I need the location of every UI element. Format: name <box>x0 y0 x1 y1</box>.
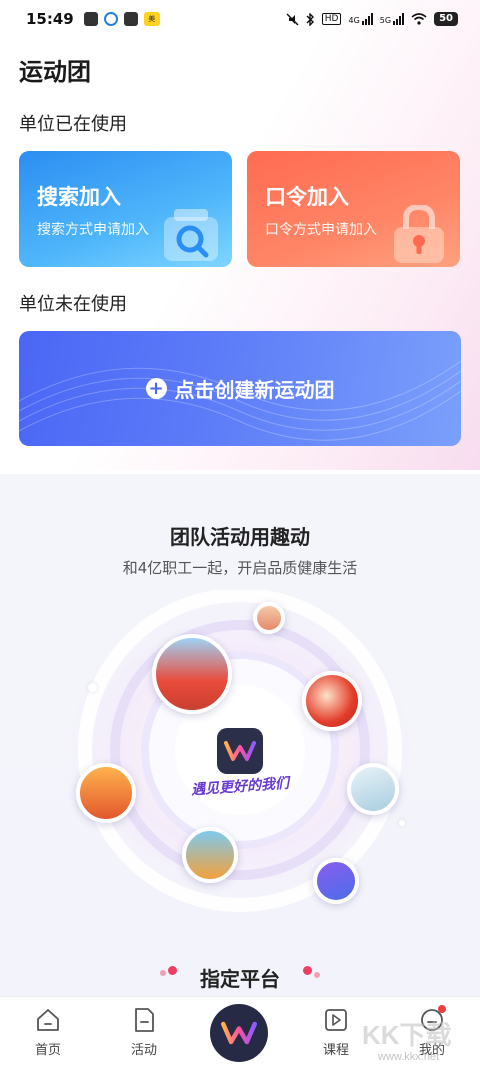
battery-indicator: 50 <box>434 12 458 26</box>
decor-dot <box>88 683 97 692</box>
lock-icon <box>394 205 444 263</box>
signal-5g-label: 5G <box>379 16 392 25</box>
bubble-image-badminton <box>302 671 362 731</box>
decor-dot <box>399 820 405 826</box>
create-team-button[interactable]: + 点击创建新运动团 <box>19 331 461 446</box>
browser-app-icon <box>103 12 118 26</box>
promo-title: 团队活动用趣动 <box>170 525 310 549</box>
tab-activity[interactable]: 活动 <box>114 1007 174 1058</box>
status-bar: 15:49 美 HD 4G 5G 50 <box>0 0 480 38</box>
bubble-image-team <box>76 763 136 823</box>
wifi-icon <box>411 13 427 25</box>
notification-badge <box>438 1005 446 1013</box>
game-app-icon <box>83 12 98 26</box>
mute-icon <box>286 12 299 26</box>
notification-icons: 美 <box>83 12 160 26</box>
tab-center-app[interactable] <box>210 1004 268 1062</box>
bubble-image-sports <box>313 858 359 904</box>
signal-4g: 4G <box>348 13 373 25</box>
tab-activity-label: 活动 <box>130 1043 157 1058</box>
plus-circle-icon: + <box>145 378 167 399</box>
section-label-not-in-use: 单位未在使用 <box>19 294 127 315</box>
document-icon <box>135 1008 154 1032</box>
hd-badge: HD <box>321 13 342 25</box>
section-label-in-use: 单位已在使用 <box>19 114 127 135</box>
promo-subtitle: 和4亿职工一起，开启品质健康生活 <box>122 559 358 577</box>
tab-course[interactable]: 课程 <box>306 1007 366 1058</box>
page-title: 运动团 <box>19 58 91 86</box>
platform-label: 指定平台 <box>200 967 280 991</box>
meituan-app-icon: 美 <box>143 12 160 26</box>
code-join-card[interactable]: 口令加入 口令方式申请加入 <box>247 151 460 267</box>
app-logo-icon <box>224 741 256 761</box>
home-icon <box>37 1009 59 1031</box>
code-join-title: 口令加入 <box>265 185 349 209</box>
search-join-subtitle: 搜索方式申请加入 <box>37 222 149 238</box>
signal-4g-label: 4G <box>348 16 360 25</box>
create-team-label: 点击创建新运动团 <box>174 378 335 402</box>
tab-home[interactable]: 首页 <box>18 1007 78 1058</box>
bubble-image-running <box>152 634 232 714</box>
app-logo <box>217 728 263 774</box>
status-time: 15:49 <box>26 10 74 28</box>
decor-dot <box>303 966 312 975</box>
watermark-url: www.kkx.net <box>378 1051 440 1063</box>
tab-course-label: 课程 <box>322 1043 349 1058</box>
search-join-title: 搜索加入 <box>37 185 121 209</box>
code-join-subtitle: 口令方式申请加入 <box>265 222 377 238</box>
app-logo-icon <box>221 1021 257 1045</box>
decor-dot <box>314 972 320 978</box>
search-join-card[interactable]: 搜索加入 搜索方式申请加入 <box>19 151 232 267</box>
video-icon <box>325 1009 347 1031</box>
search-icon <box>164 209 218 261</box>
bubble-image-1 <box>253 602 285 634</box>
signal-5g: 5G <box>379 13 405 25</box>
bluetooth-icon <box>306 12 314 26</box>
player-app-icon <box>123 12 138 26</box>
tab-home-label: 首页 <box>34 1043 61 1058</box>
bubble-image-shoes <box>347 763 399 815</box>
bubble-image-volleyball <box>182 827 238 883</box>
status-indicators: HD 4G 5G 50 <box>286 12 458 26</box>
watermark-logo: KK下载 <box>362 1020 452 1050</box>
